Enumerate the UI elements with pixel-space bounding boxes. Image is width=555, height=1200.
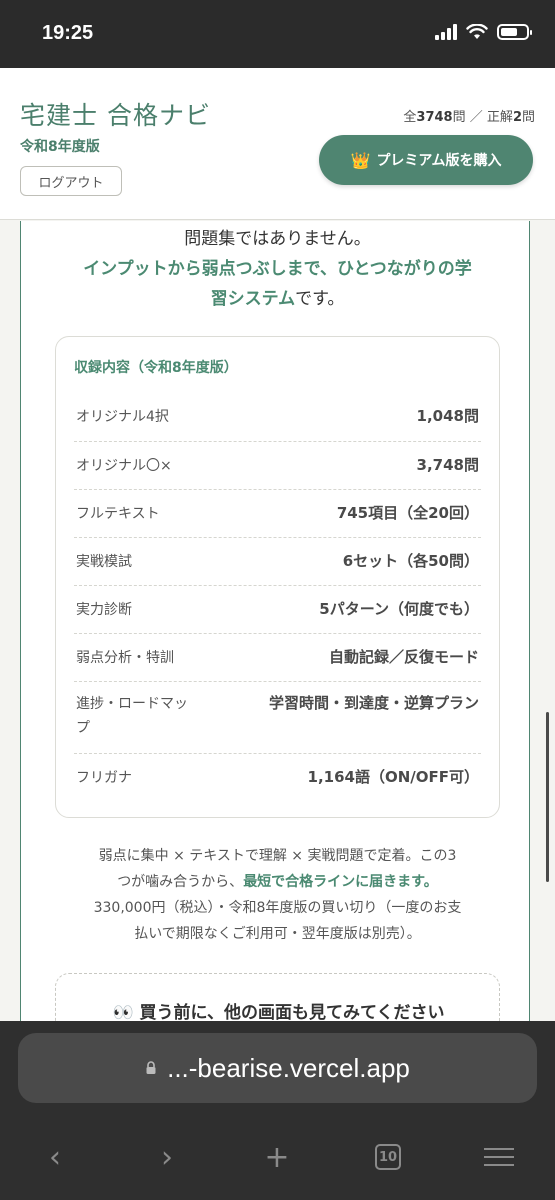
row-value: 5パターン（何度でも） (319, 600, 479, 618)
row-value: 6セット（各50問） (342, 552, 479, 570)
eyes-icon: 👀 (112, 1003, 134, 1021)
logout-button[interactable]: ログアウト (20, 166, 122, 196)
buy-premium-label: プレミアム版を購入 (376, 153, 502, 169)
app-header: 宅建士 合格ナビ 令和8年度版 ログアウト 全3748問 ／ 正解2問 👑 プレ… (0, 68, 555, 220)
row-label: 進捗・ロードマッ プ (76, 692, 188, 740)
status-bar: 19:25 (0, 0, 555, 68)
table-row: 進捗・ロードマッ プ 学習時間・到達度・逆算プラン (74, 682, 481, 754)
intro-line-3-rest: です。 (295, 289, 345, 309)
row-label: フリガナ (76, 770, 132, 786)
intro-highlight-1: インプットから弱点つぶしまで、ひとつながりの学 (83, 259, 472, 279)
address-bar[interactable]: ...-bearise.vercel.app (18, 1033, 537, 1103)
chevron-right-icon: › (161, 1139, 173, 1175)
tabs-button[interactable]: 10 (363, 1137, 413, 1177)
battery-icon (497, 24, 532, 40)
new-tab-button[interactable]: + (252, 1137, 302, 1177)
browser-toolbar: ...-bearise.vercel.app ‹ › + 10 (0, 1021, 555, 1200)
summary-line-3: 330,000円（税込）・令和8年度版の買い切り（一度のお支 (93, 900, 462, 916)
row-label: 実力診断 (76, 602, 132, 618)
total-count: 3748 (416, 110, 453, 125)
intro-line-1: 問題集ではありません。 (184, 229, 371, 249)
table-row: 弱点分析・特訓 自動記録／反復モード (74, 634, 481, 682)
question-counts: 全3748問 ／ 正解2問 (403, 106, 535, 125)
table-row: オリジナル〇× 3,748問 (74, 442, 481, 490)
status-time: 19:25 (42, 22, 94, 44)
more-screens-label: 買う前に、他の画面も見てみてください (139, 1003, 445, 1021)
row-value: 3,748問 (416, 456, 479, 474)
row-value: 745項目（全20回） (336, 504, 479, 522)
row-label: 弱点分析・特訓 (76, 650, 174, 666)
more-screens-title: 👀 買う前に、他の画面も見てみてください (56, 998, 501, 1021)
summary-line-1: 弱点に集中 × テキストで理解 × 実戦問題で定着。この3 (98, 848, 457, 864)
table-row: フルテキスト 745項目（全20回） (74, 490, 481, 538)
correct-prefix: 正解 (486, 110, 513, 125)
count-separator: ／ (469, 110, 483, 125)
row-value: 学習時間・到達度・逆算プラン (268, 694, 479, 712)
summary-highlight: 最短で合格ラインに届きます。 (243, 874, 438, 890)
menu-button[interactable] (474, 1137, 524, 1177)
row-value: 1,048問 (416, 407, 479, 425)
row-label-line-2: プ (76, 720, 90, 736)
intro-highlight-2: 習システム (210, 289, 296, 309)
back-button[interactable]: ‹ (30, 1137, 80, 1177)
chevron-left-icon: ‹ (49, 1139, 61, 1175)
summary-text: 弱点に集中 × テキストで理解 × 実戦問題で定着。この3 つが噛み合うから、最… (40, 843, 515, 947)
total-unit: 問 (452, 110, 466, 125)
summary-line-2: つが噛み合うから、最短で合格ラインに届きます。 (40, 869, 515, 895)
table-row: オリジナル4択 1,048問 (74, 393, 481, 442)
correct-count: 2 (512, 110, 522, 125)
row-label: 実戦模試 (76, 554, 132, 570)
summary-line-2-pre: つが噛み合うから、 (117, 874, 244, 890)
row-value: 1,164語（ON/OFF可） (307, 768, 479, 786)
wifi-icon (466, 24, 488, 39)
row-label: オリジナル4択 (76, 409, 169, 425)
row-label: フルテキスト (76, 506, 160, 522)
table-row: 実力診断 5パターン（何度でも） (74, 586, 481, 634)
main-content: 問題集ではありません。 インプットから弱点つぶしまで、ひとつながりの学 習システ… (0, 221, 555, 1021)
intro-line-2: インプットから弱点つぶしまで、ひとつながりの学 習システムです。 (40, 254, 515, 314)
contents-table: 収録内容（令和8年度版） オリジナル4択 1,048問 オリジナル〇× 3,74… (55, 336, 500, 818)
plus-icon: + (264, 1139, 290, 1175)
app-title: 宅建士 合格ナビ (20, 101, 211, 130)
table-row: 実戦模試 6セット（各50問） (74, 538, 481, 586)
crown-icon: 👑 (350, 150, 371, 170)
cellular-signal-icon (435, 24, 457, 40)
row-value: 自動記録／反復モード (328, 648, 479, 666)
tabs-count-icon: 10 (375, 1144, 401, 1170)
forward-button[interactable]: › (142, 1137, 192, 1177)
edition-label: 令和8年度版 (20, 139, 100, 155)
contents-table-title: 収録内容（令和8年度版） (74, 360, 238, 376)
status-icons (435, 24, 532, 40)
summary-line-4: 払いで期限なくご利用可・翌年度版は別売）。 (134, 926, 421, 942)
scrollbar[interactable] (546, 712, 549, 882)
url-text: ...-bearise.vercel.app (167, 1052, 410, 1083)
lock-icon (146, 1061, 156, 1074)
correct-unit: 問 (521, 110, 535, 125)
buy-premium-button[interactable]: 👑 プレミアム版を購入 (319, 135, 533, 185)
more-screens-section: 👀 買う前に、他の画面も見てみてください (55, 973, 500, 1021)
total-prefix: 全 (403, 110, 417, 125)
table-row: フリガナ 1,164語（ON/OFF可） (74, 754, 481, 802)
row-label: オリジナル〇× (76, 458, 172, 474)
row-label-line-1: 進捗・ロードマッ (76, 696, 188, 712)
hamburger-menu-icon (484, 1148, 514, 1166)
